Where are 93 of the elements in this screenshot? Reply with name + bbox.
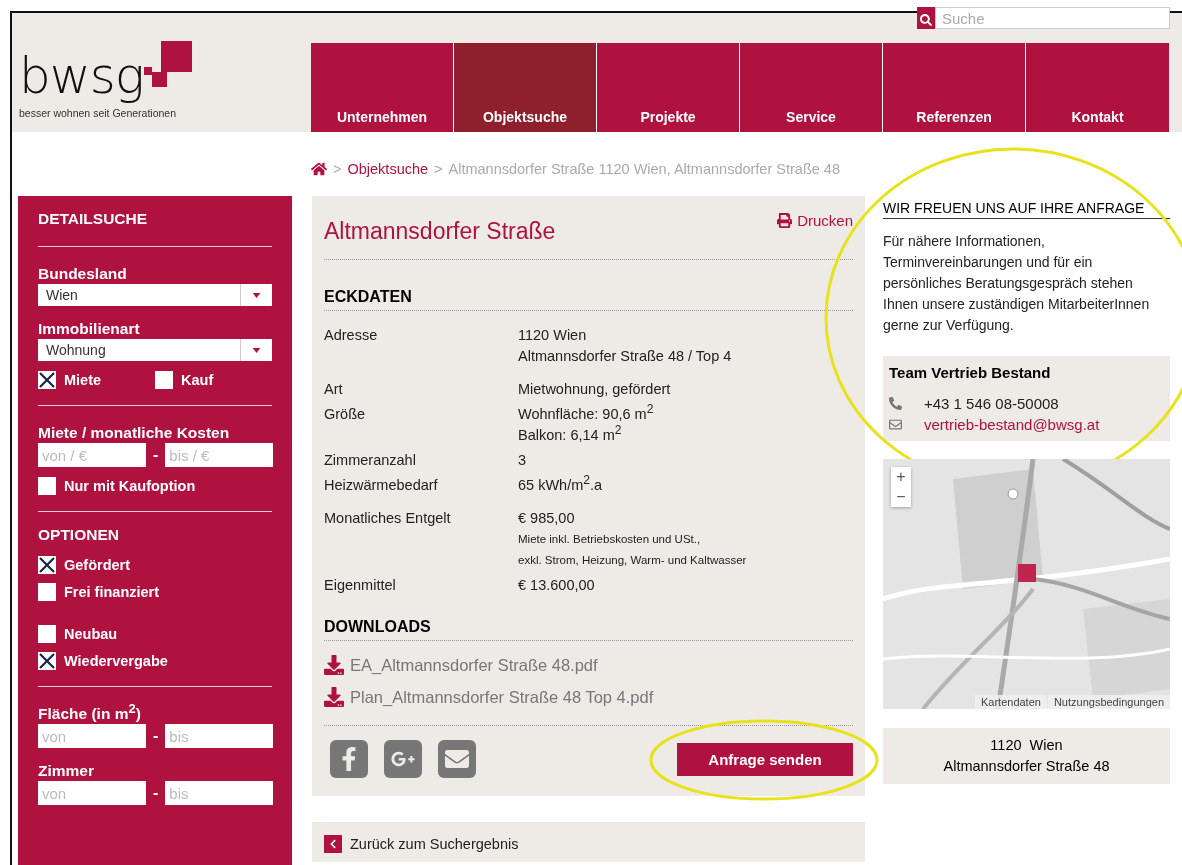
fact-label: Adresse <box>324 326 379 345</box>
checkbox-label: Wiedervergabe <box>64 653 168 669</box>
back-link[interactable]: Zurück zum Suchergebnis <box>312 822 865 862</box>
fact-value: Mietwohnung, gefördert <box>518 380 672 399</box>
current-page-title: Altmannsdorfer Straße 1120 Wien, Altmannsdorfer Straße 48 <box>448 161 840 177</box>
fact-label: Zimmeranzahl <box>324 451 417 470</box>
section-heading: DETAILSUCHE <box>38 210 149 228</box>
nav-tab[interactable]: Referenzen <box>883 43 1026 132</box>
chevron-left-icon <box>324 835 342 853</box>
fact-value: 3 <box>518 451 528 470</box>
dropdown[interactable]: Wien <box>38 284 272 306</box>
checkbox-label: Gefördert <box>64 557 131 573</box>
email-icon <box>889 418 902 431</box>
download-link[interactable]: Plan_Altmannsdorfer Straße 48 Top 4.pdf <box>324 687 853 707</box>
tagline: besser wohnen seit Generationen <box>19 107 178 119</box>
checkbox-label: Nur mit Kaufoption <box>64 478 196 494</box>
download-icon <box>324 655 344 675</box>
fact-value: Wohnfläche: 90,6 m$^{2}$ <box>518 404 655 424</box>
to-field[interactable]: bis <box>165 781 274 805</box>
google-plus-icon[interactable] <box>384 740 422 778</box>
download-link[interactable]: EA_Altmannsdorfer Straße 48.pdf <box>324 655 853 675</box>
to-field[interactable]: bis <box>165 724 274 748</box>
fact-label: Eigenmittel <box>324 576 397 595</box>
from-field[interactable]: von <box>38 781 146 805</box>
from-field[interactable]: von / € <box>38 443 146 467</box>
fact-label: Monatliches Entgelt <box>324 509 452 528</box>
checkbox[interactable] <box>38 371 56 389</box>
map-attribution-link[interactable]: Nutzungsbedingungen <box>1047 695 1170 709</box>
fact-value: € 985,00 <box>518 509 576 528</box>
contact-heading: WIR FREUEN UNS AUF IHRE ANFRAGE <box>883 196 1170 219</box>
fact-value: 1120 Wien <box>518 326 588 345</box>
phone-icon <box>889 397 902 410</box>
range-dash: - <box>153 446 159 464</box>
dropdown[interactable]: Wohnung <box>38 339 272 361</box>
to-field[interactable]: bis / € <box>165 443 274 467</box>
fact-label: Größe <box>324 405 367 424</box>
checkbox-label: Frei finanziert <box>64 584 160 600</box>
email-link[interactable]: vertrieb-bestand@bwsg.at <box>924 416 1100 433</box>
checkbox[interactable] <box>38 583 56 601</box>
contact-text: Für nähere Informationen, Terminvereinbarungen und für ein persönliches Beratungsgespräch stehen Ihnen unsere zuständigen MitarbeiterInnen gerne zur Verfügung. <box>883 232 1151 335</box>
fact-note: exkl. Strom, Heizung, Warm- und Kaltwasser <box>518 553 748 568</box>
zoom-out-button[interactable]: − <box>891 487 911 507</box>
fact-label: Heizwärmebedarf <box>324 476 439 495</box>
nav-tab[interactable]: Projekte <box>597 43 740 132</box>
fact-value: Balkon: 6,14 m$^{2}$ <box>518 425 623 445</box>
checkbox[interactable] <box>38 625 56 643</box>
printer-icon <box>777 213 793 228</box>
nav-tab[interactable]: Kontakt <box>1026 43 1169 132</box>
fact-note: Miete inkl. Betriebskosten und USt., <box>518 532 702 547</box>
nav-tab[interactable]: Objektsuche <box>454 43 597 132</box>
breadcrumb-link[interactable]: Objektsuche <box>347 161 429 177</box>
checkbox[interactable] <box>38 652 56 670</box>
fact-value: Altmannsdorfer Straße 48 / Top 4 <box>518 347 733 366</box>
field-label: Miete / monatliche Kosten <box>38 424 231 442</box>
address-line: 1120 Wien <box>989 736 1064 755</box>
team-name: Team Vertrieb Bestand <box>889 364 1052 381</box>
checkbox-label: Neubau <box>64 626 118 642</box>
address-line: Altmannsdorfer Straße 48 <box>942 757 1111 776</box>
from-field[interactable]: von <box>38 724 146 748</box>
fact-value: 65 kWh/m$^{2}$.a <box>518 475 604 495</box>
listing-title: Altmannsdorfer Straße <box>324 218 556 245</box>
checkbox-label: Miete <box>64 372 102 388</box>
home-icon[interactable] <box>311 161 327 177</box>
fact-label: Art <box>324 380 344 399</box>
map-attribution-link[interactable]: Kartendaten <box>974 695 1047 709</box>
email-icon[interactable] <box>438 740 476 778</box>
facebook-icon[interactable] <box>330 740 368 778</box>
field-label: Bundesland <box>38 265 128 283</box>
field-label: Immobilienart <box>38 320 141 338</box>
checkbox[interactable] <box>38 477 56 495</box>
checkbox[interactable] <box>38 556 56 574</box>
nav-tab[interactable]: Unternehmen <box>311 43 454 132</box>
section-heading: OPTIONEN <box>38 526 120 544</box>
section-heading: DOWNLOADS <box>324 596 853 641</box>
breadcrumb-separator: > <box>333 161 342 177</box>
field-label: Zimmer <box>38 762 95 780</box>
send-inquiry-button[interactable]: Anfrage senden <box>677 742 853 776</box>
print-link[interactable]: Drucken <box>777 212 853 229</box>
zoom-in-button[interactable]: + <box>891 467 911 487</box>
checkbox-label: Kauf <box>181 372 214 388</box>
download-icon <box>324 687 344 707</box>
search-icon[interactable] <box>917 7 935 29</box>
logo-icon <box>143 41 192 89</box>
breadcrumb-separator: > <box>434 161 443 177</box>
phone-number: +43 1 546 08-50008 <box>924 395 1059 412</box>
fact-value: € 13.600,00 <box>518 576 596 595</box>
range-dash: - <box>153 784 159 802</box>
field-label: Fläche (in m$^{2}$) <box>38 705 142 723</box>
checkbox[interactable] <box>155 371 173 389</box>
section-heading: ECKDATEN <box>324 260 853 311</box>
range-dash: - <box>153 727 159 745</box>
nav-tab[interactable]: Service <box>740 43 883 132</box>
search-field[interactable]: Suche <box>935 7 1170 29</box>
